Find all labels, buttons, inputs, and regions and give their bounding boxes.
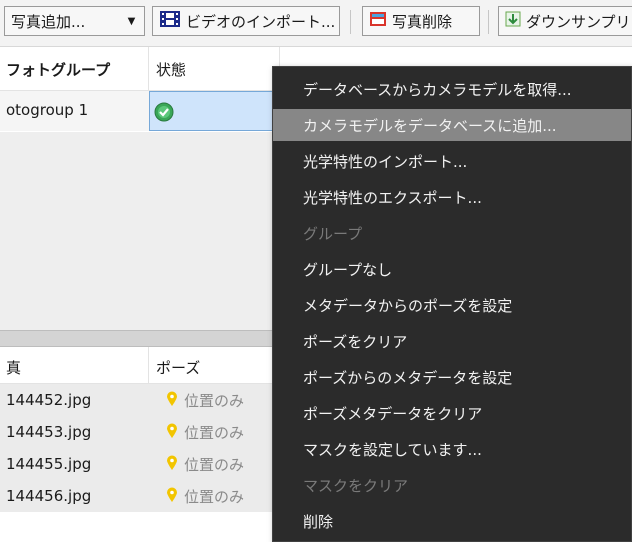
photo-file-name: 144456.jpg [6, 487, 92, 505]
toolbar: 写真追加... ▼ ビデオのインポート... 写真削除 ダウンサンプリ [0, 0, 632, 47]
downsample-icon [505, 11, 521, 31]
menu-item-import-optical-properties[interactable]: 光学特性のインポート... [273, 145, 631, 177]
photogroup-name: otogroup 1 [6, 101, 89, 119]
pose-status: 位置のみ [184, 456, 245, 474]
menu-item-set-mask[interactable]: マスクを設定しています... [273, 433, 631, 465]
delete-photos-label: 写真削除 [392, 12, 453, 31]
menu-item-delete[interactable]: 削除 [273, 505, 631, 537]
location-pin-icon [166, 391, 178, 411]
status-cell[interactable] [149, 91, 279, 131]
column-header-photo[interactable]: 真 [6, 357, 21, 378]
downsample-button[interactable]: ダウンサンプリ [498, 6, 632, 36]
menu-item-export-optical-properties[interactable]: 光学特性のエクスポート... [273, 181, 631, 213]
location-pin-icon [166, 423, 178, 443]
photo-file-name: 144453.jpg [6, 423, 92, 441]
add-photos-dropdown[interactable]: ▼ [119, 6, 145, 36]
column-header-pose[interactable]: ポーズ [156, 357, 200, 378]
toolbar-separator [350, 10, 351, 34]
add-photos-label: 写真追加... [11, 12, 86, 31]
add-photos-button[interactable]: 写真追加... [4, 6, 120, 36]
import-video-label: ビデオのインポート... [186, 12, 336, 31]
pose-status: 位置のみ [184, 488, 245, 506]
column-divider[interactable] [148, 47, 149, 90]
context-menu: データベースからカメラモデルを取得... カメラモデルをデータベースに追加...… [272, 66, 632, 542]
location-pin-icon [166, 455, 178, 475]
delete-photo-icon [369, 11, 387, 31]
import-video-button[interactable]: ビデオのインポート... [152, 6, 340, 36]
menu-item-no-group[interactable]: グループなし [273, 253, 631, 285]
film-icon [159, 10, 181, 32]
pose-cell: 位置のみ [166, 454, 244, 475]
chevron-down-icon: ▼ [127, 15, 136, 27]
pose-cell: 位置のみ [166, 486, 244, 507]
menu-item-clear-mask: マスクをクリア [303, 476, 409, 495]
photo-file-name: 144452.jpg [6, 391, 92, 409]
menu-item-clear-pose-metadata[interactable]: ポーズメタデータをクリア [273, 397, 631, 429]
check-icon [154, 102, 174, 126]
location-pin-icon [166, 487, 178, 507]
menu-item-set-pose-from-metadata[interactable]: メタデータからのポーズを設定 [273, 289, 631, 321]
column-header-status[interactable]: 状態 [156, 59, 186, 80]
column-header-photogroup[interactable]: フォトグループ [6, 59, 110, 80]
pose-cell: 位置のみ [166, 390, 244, 411]
menu-item-add-camera-model[interactable]: カメラモデルをデータベースに追加... [273, 109, 631, 141]
pose-status: 位置のみ [184, 392, 245, 410]
menu-item-get-camera-model[interactable]: データベースからカメラモデルを取得... [273, 73, 631, 105]
column-divider[interactable] [148, 347, 149, 383]
pose-cell: 位置のみ [166, 422, 244, 443]
menu-item-clear-pose[interactable]: ポーズをクリア [273, 325, 631, 357]
pose-status: 位置のみ [184, 424, 245, 442]
photo-file-name: 144455.jpg [6, 455, 92, 473]
downsample-label: ダウンサンプリ [526, 12, 631, 31]
delete-photos-button[interactable]: 写真削除 [362, 6, 480, 36]
menu-item-group: グループ [303, 224, 363, 243]
toolbar-separator [488, 10, 489, 34]
menu-item-set-metadata-from-pose[interactable]: ポーズからのメタデータを設定 [273, 361, 631, 393]
